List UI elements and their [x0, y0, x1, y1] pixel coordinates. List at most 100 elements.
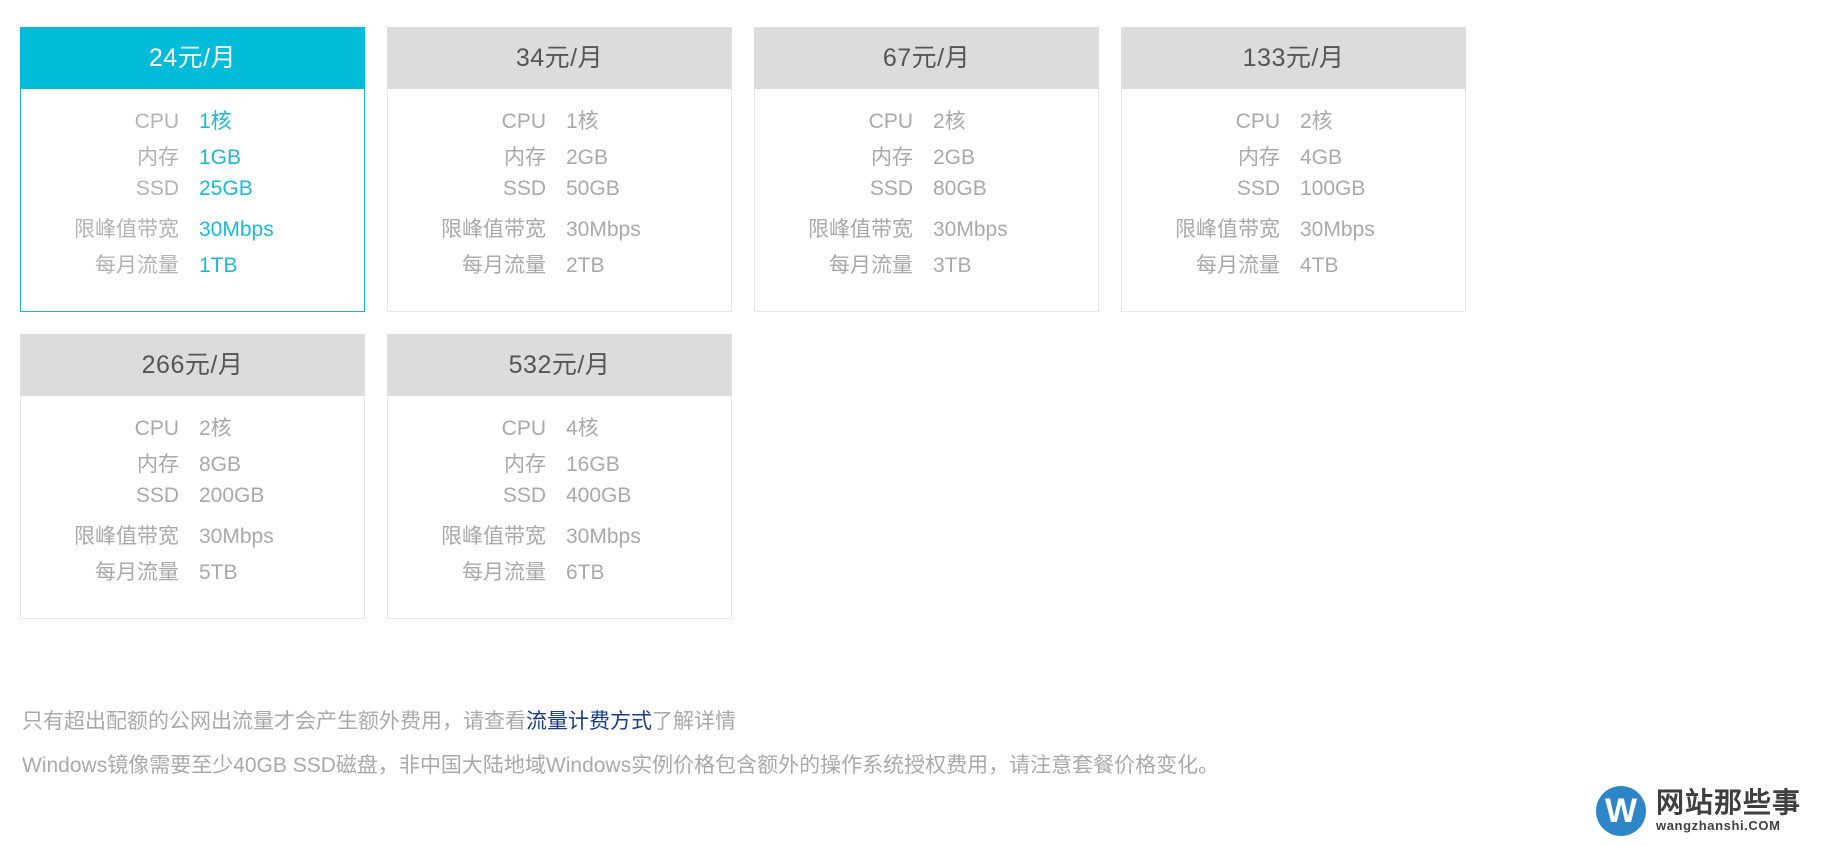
plan-spec-row-bandwidth: 限峰值带宽 30Mbps — [21, 520, 364, 556]
plan-spec-label-bandwidth: 限峰值带宽 — [441, 525, 546, 548]
plan-spec-value-memory: 16GB — [566, 453, 620, 476]
plan-price-header[interactable]: 532元/月 — [387, 334, 732, 396]
plan-spec-value-cpu: 2核 — [199, 417, 232, 440]
plan-spec-value-memory: 4GB — [1300, 146, 1343, 169]
plan-spec-value-ssd: 25GB — [199, 177, 253, 200]
watermark-logo-icon: W — [1596, 786, 1646, 836]
watermark-site-name-cn: 网站那些事 — [1656, 787, 1802, 818]
plan-card[interactable]: 67元/月 CPU 2核内存 2GB SSD 80GB 限峰值带宽 30Mbps 每月流量 3TB — [754, 27, 1099, 312]
plan-spec-list: CPU 1核 内存 2GB SSD 50GB 限峰值带宽 30Mbps 每月流量 2TB — [388, 89, 731, 311]
plan-price-header[interactable]: 133元/月 — [1121, 27, 1466, 89]
plan-spec-value-bandwidth: 30Mbps — [199, 218, 274, 241]
plan-price-header[interactable]: 266元/月 — [20, 334, 365, 396]
plan-spec-row-ssd: SSD 400GB — [388, 484, 731, 520]
plan-spec-value-memory: 1GB — [199, 146, 242, 169]
plan-spec-label-ssd: SSD — [502, 177, 546, 200]
plan-spec-value-ssd: 200GB — [199, 484, 265, 507]
plan-spec-row-cpu: CPU 2核 — [21, 412, 364, 448]
plan-spec-list: CPU 2核 内存 4GB SSD 100GB 限峰值带宽 30Mbps 每月流量 4TB — [1122, 89, 1465, 311]
plan-card[interactable]: 24元/月 CPU 1核 内存 1GB SSD 25GB 限峰值带宽 30Mbps 每月流量 1TB — [20, 27, 365, 312]
plan-spec-row-cpu: CPU 2核 — [755, 105, 1098, 141]
plan-spec-label-bandwidth: 限峰值带宽 — [74, 218, 179, 241]
plan-spec-list: CPU 2核内存 8GB SSD 200GB 限峰值带宽 30Mbps 每月流量 5TB — [21, 396, 364, 618]
plan-spec-label-traffic: 每月流量 — [462, 561, 546, 584]
plan-spec-value-ssd: 50GB — [566, 177, 620, 200]
plan-spec-row-traffic: 每月流量 6TB — [388, 556, 731, 592]
plan-card[interactable]: 133元/月 CPU 2核 内存 4GB SSD 100GB 限峰值带宽 30Mbps 每月流量 4… — [1121, 27, 1466, 312]
plan-spec-label-traffic: 每月流量 — [95, 254, 179, 277]
plan-spec-label-cpu: CPU — [868, 110, 913, 133]
plan-spec-row-memory: 内存 16GB — [388, 448, 731, 484]
plan-spec-label-memory: 内存 — [504, 146, 546, 169]
plan-spec-row-traffic: 每月流量 3TB — [755, 249, 1098, 285]
plan-card[interactable]: 34元/月 CPU 1核 内存 2GB SSD 50GB 限峰值带宽 30Mbps 每月流量 2TB — [387, 27, 732, 312]
plan-spec-row-cpu: CPU 2核 — [1122, 105, 1465, 141]
plan-spec-label-cpu: CPU — [1235, 110, 1280, 133]
plan-spec-value-memory: 2GB — [933, 146, 976, 169]
plan-spec-value-bandwidth: 30Mbps — [1300, 218, 1375, 241]
plan-card[interactable]: 266元/月 CPU 2核内存 8GB SSD 200GB 限峰值带宽 30Mbps 每月流量 5… — [20, 334, 365, 619]
plan-spec-label-memory: 内存 — [137, 146, 179, 169]
plan-spec-label-memory: 内存 — [871, 146, 913, 169]
plan-spec-value-memory: 8GB — [199, 453, 242, 476]
plan-spec-list: CPU 4核 内存 16GB SSD 400GB 限峰值带宽 30Mbps 每月流量 6TB — [388, 396, 731, 618]
plan-spec-value-cpu: 2核 — [1300, 110, 1333, 133]
plan-spec-label-traffic: 每月流量 — [95, 561, 179, 584]
plan-spec-value-cpu: 1核 — [566, 110, 599, 133]
plan-price-header[interactable]: 67元/月 — [754, 27, 1099, 89]
plan-spec-row-ssd: SSD 200GB — [21, 484, 364, 520]
plan-spec-label-cpu: CPU — [134, 417, 179, 440]
plan-price-header[interactable]: 24元/月 — [20, 27, 365, 89]
plan-spec-value-cpu: 4核 — [566, 417, 599, 440]
note-line-1-suffix: 了解详情 — [652, 710, 736, 733]
plan-spec-row-bandwidth: 限峰值带宽 30Mbps — [388, 520, 731, 556]
note-line-traffic-billing: 只有超出配额的公网出流量才会产生额外费用，请查看流量计费方式了解详情 — [22, 700, 1422, 744]
plan-spec-row-memory: 内存 8GB — [21, 448, 364, 484]
plan-spec-label-memory: 内存 — [504, 453, 546, 476]
plan-spec-label-traffic: 每月流量 — [1196, 254, 1280, 277]
plan-spec-value-traffic: 3TB — [933, 254, 972, 277]
plan-spec-list: CPU 2核内存 2GB SSD 80GB 限峰值带宽 30Mbps 每月流量 3TB — [755, 89, 1098, 311]
plan-price-header[interactable]: 34元/月 — [387, 27, 732, 89]
plan-spec-label-ssd: SSD — [135, 484, 179, 507]
site-watermark: W 网站那些事 wangzhanshi.COM — [1596, 786, 1801, 836]
plan-spec-row-ssd: SSD 80GB — [755, 177, 1098, 213]
plan-spec-row-bandwidth: 限峰值带宽 30Mbps — [1122, 213, 1465, 249]
plan-spec-row-bandwidth: 限峰值带宽 30Mbps — [21, 213, 364, 249]
plan-card-grid: 24元/月 CPU 1核 内存 1GB SSD 25GB 限峰值带宽 30Mbps 每月流量 1TB… — [20, 27, 1806, 641]
watermark-site-name-en: wangzhanshi.COM — [1656, 818, 1781, 833]
plan-spec-label-ssd: SSD — [869, 177, 913, 200]
plan-spec-label-traffic: 每月流量 — [462, 254, 546, 277]
plan-spec-value-ssd: 80GB — [933, 177, 987, 200]
pricing-plans-container: 24元/月 CPU 1核 内存 1GB SSD 25GB 限峰值带宽 30Mbps 每月流量 1TB… — [20, 27, 1806, 641]
watermark-text: 网站那些事 wangzhanshi.COM — [1656, 788, 1801, 834]
plan-spec-value-traffic: 6TB — [566, 561, 605, 584]
plan-spec-row-ssd: SSD 100GB — [1122, 177, 1465, 213]
plan-spec-label-traffic: 每月流量 — [829, 254, 913, 277]
plan-spec-value-traffic: 1TB — [199, 254, 238, 277]
plan-spec-value-bandwidth: 30Mbps — [566, 218, 641, 241]
traffic-billing-link[interactable]: 流量计费方式 — [526, 710, 652, 733]
plan-spec-label-ssd: SSD — [1236, 177, 1280, 200]
note-line-1-prefix: 只有超出配额的公网出流量才会产生额外费用，请查看 — [22, 710, 526, 733]
plan-spec-row-ssd: SSD 50GB — [388, 177, 731, 213]
plan-spec-label-cpu: CPU — [134, 110, 179, 133]
plan-spec-label-bandwidth: 限峰值带宽 — [808, 218, 913, 241]
plan-spec-value-traffic: 5TB — [199, 561, 238, 584]
plan-spec-value-ssd: 100GB — [1300, 177, 1366, 200]
plan-spec-value-ssd: 400GB — [566, 484, 632, 507]
plan-spec-label-ssd: SSD — [135, 177, 179, 200]
plan-spec-value-traffic: 4TB — [1300, 254, 1339, 277]
plan-card[interactable]: 532元/月 CPU 4核 内存 16GB SSD 400GB 限峰值带宽 30Mbps 每月流量… — [387, 334, 732, 619]
plan-spec-row-cpu: CPU 4核 — [388, 412, 731, 448]
plan-spec-row-memory: 内存 2GB — [755, 141, 1098, 177]
plan-spec-row-traffic: 每月流量 2TB — [388, 249, 731, 285]
footer-notes: 只有超出配额的公网出流量才会产生额外费用，请查看流量计费方式了解详情 Windo… — [22, 700, 1422, 788]
plan-spec-row-memory: 内存 1GB — [21, 141, 364, 177]
plan-spec-row-memory: 内存 2GB — [388, 141, 731, 177]
plan-spec-label-cpu: CPU — [501, 417, 546, 440]
plan-spec-value-memory: 2GB — [566, 146, 609, 169]
plan-spec-row-cpu: CPU 1核 — [388, 105, 731, 141]
plan-spec-value-bandwidth: 30Mbps — [933, 218, 1008, 241]
plan-spec-value-traffic: 2TB — [566, 254, 605, 277]
